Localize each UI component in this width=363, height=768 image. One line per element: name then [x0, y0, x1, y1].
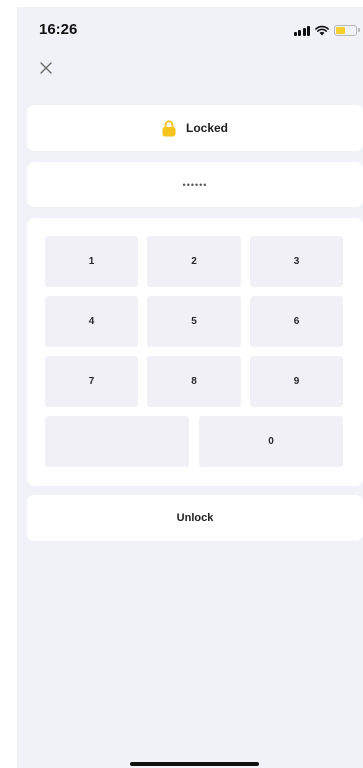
key-4[interactable]: 4: [45, 296, 138, 347]
close-button[interactable]: [37, 59, 55, 77]
status-icons: [293, 23, 360, 37]
key-1[interactable]: 1: [45, 236, 138, 287]
battery-icon: [334, 24, 360, 36]
lock-screen: 16:26 Locked •••••• 1 2 3 4 5 6 7 8 9 0 …: [17, 7, 363, 768]
key-blank[interactable]: [45, 416, 189, 467]
pin-display[interactable]: ••••••: [27, 162, 363, 207]
battery-level: [336, 26, 345, 34]
close-icon: [40, 62, 52, 74]
unlock-label: Unlock: [176, 512, 214, 524]
home-indicator[interactable]: [130, 762, 259, 766]
status-time: 16:26: [39, 21, 78, 38]
key-0[interactable]: 0: [199, 416, 343, 467]
key-8[interactable]: 8: [147, 356, 241, 407]
keypad: 1 2 3 4 5 6 7 8 9 0: [27, 218, 363, 486]
padlock-icon: [162, 119, 176, 136]
key-2[interactable]: 2: [147, 236, 241, 287]
lock-status-card: Locked: [27, 105, 363, 151]
key-5[interactable]: 5: [147, 296, 241, 347]
pin-masked-value: ••••••: [182, 179, 208, 190]
lock-status-label: Locked: [185, 121, 228, 135]
key-9[interactable]: 9: [250, 356, 343, 407]
unlock-button[interactable]: Unlock: [27, 495, 363, 541]
status-bar: 16:26: [17, 7, 363, 49]
cellular-signal-icon: [293, 25, 310, 36]
key-6[interactable]: 6: [250, 296, 343, 347]
wifi-icon: [315, 25, 329, 35]
key-7[interactable]: 7: [45, 356, 138, 407]
key-3[interactable]: 3: [250, 236, 343, 287]
